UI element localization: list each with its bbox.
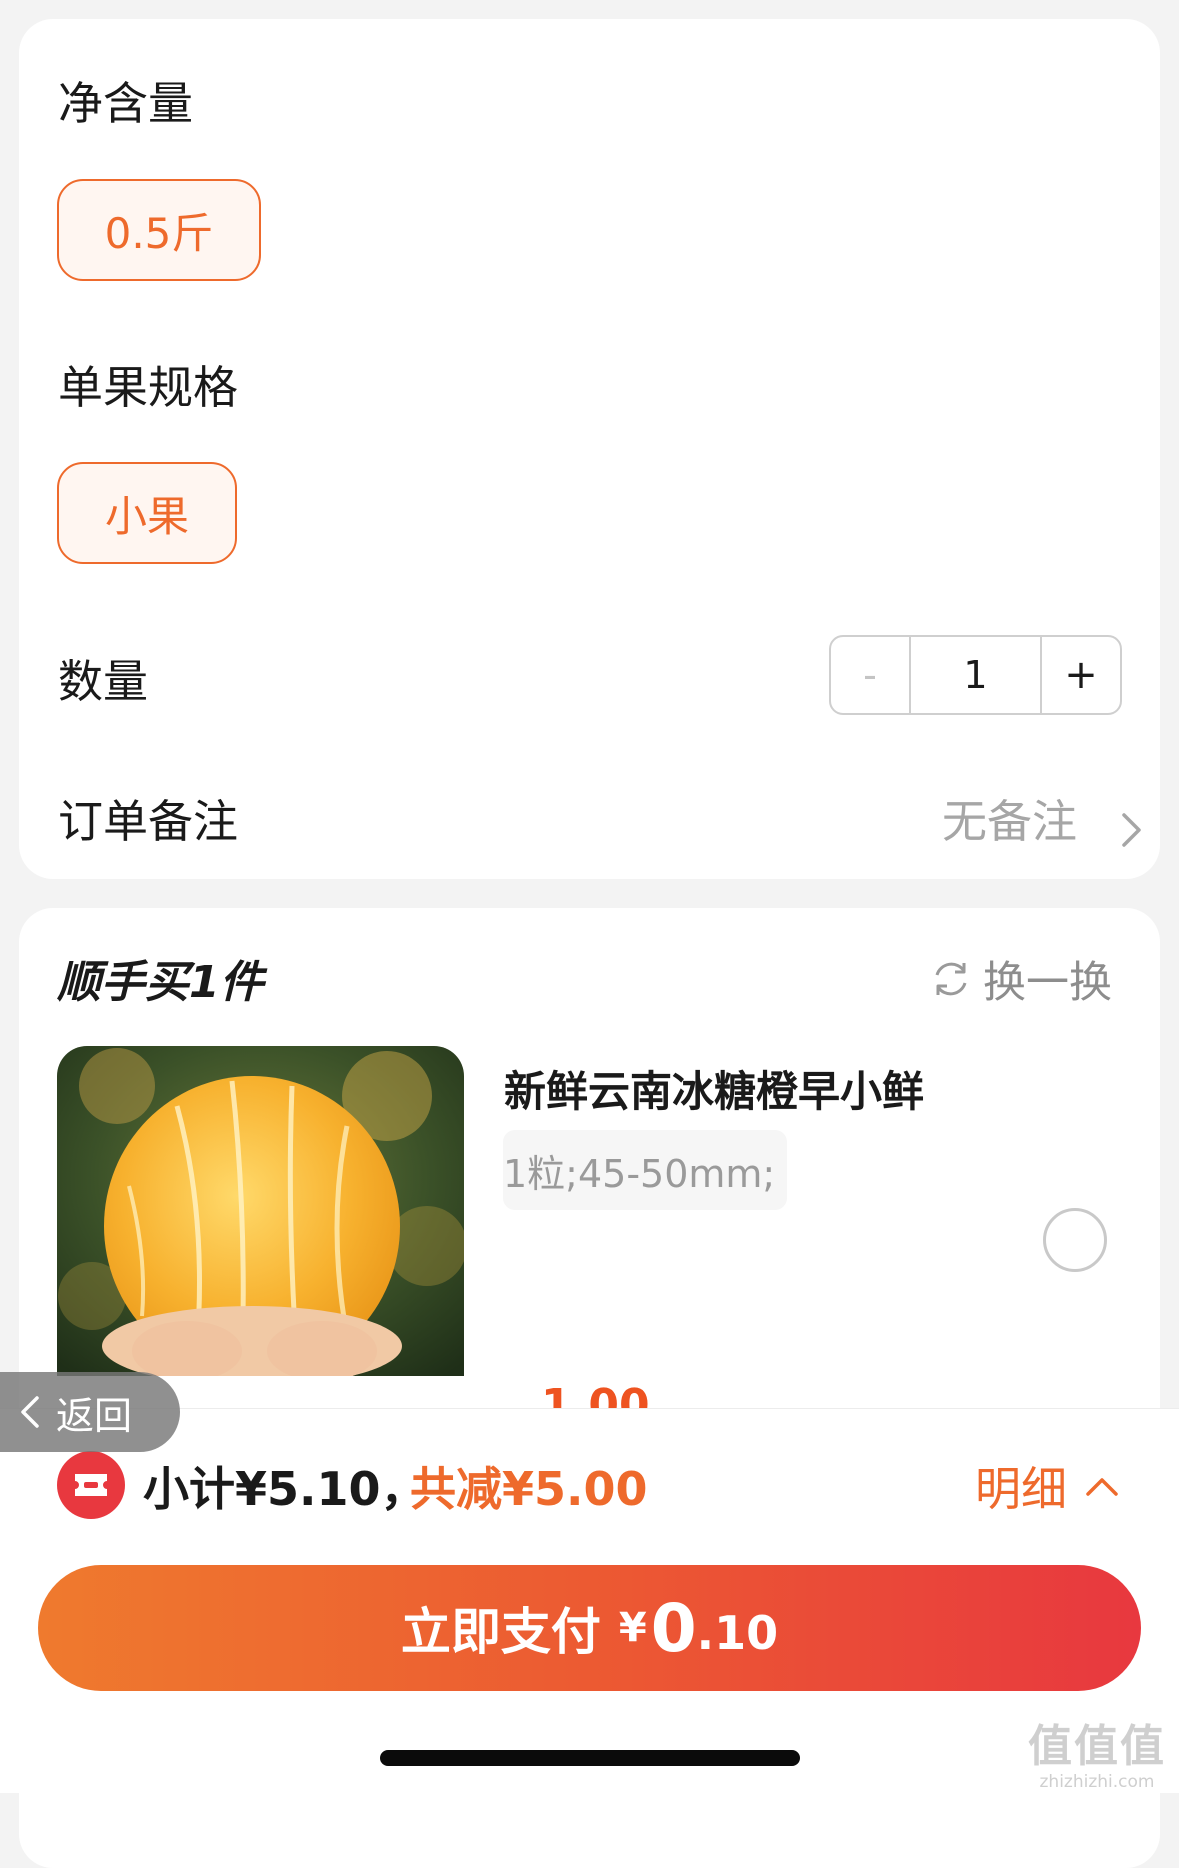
refresh-icon — [935, 962, 967, 996]
product-name[interactable]: 新鲜云南冰糖橙早小鲜 — [504, 1058, 924, 1119]
watermark-sub: zhizhizhi.com — [1039, 1772, 1155, 1792]
options-card: 净含量 0.5斤 单果规格 小果 数量 - 1 + 订单备注 无备注 — [19, 19, 1160, 879]
order-remark-value[interactable]: 无备注 — [942, 785, 1077, 850]
back-label: 返回 — [56, 1393, 133, 1438]
chevron-up-icon — [1086, 1478, 1118, 1496]
swap-button[interactable]: 换一换 — [929, 948, 1112, 1010]
quantity-value[interactable]: 1 — [911, 637, 1042, 713]
fruit-size-label: 单果规格 — [58, 361, 239, 414]
net-weight-label: 净含量 — [58, 77, 194, 130]
product-image[interactable] — [57, 1046, 464, 1376]
detail-label: 明细 — [975, 1462, 1067, 1516]
addon-title: 顺手买1件 — [57, 957, 264, 1008]
back-button[interactable]: 返回 — [0, 1372, 180, 1452]
swap-label: 换一换 — [983, 958, 1112, 1008]
home-indicator — [380, 1750, 800, 1766]
product-spec: 1粒;45-50mm; — [503, 1130, 788, 1210]
product-select-radio[interactable] — [1043, 1208, 1107, 1272]
net-weight-option-chip[interactable]: 0.5斤 — [57, 179, 261, 281]
watermark-logo: 值值值 zhizhizhi.com — [1028, 1710, 1166, 1792]
quantity-decrease-button[interactable]: - — [831, 637, 911, 713]
quantity-increase-button[interactable]: + — [1042, 637, 1120, 713]
fruit-size-option-chip[interactable]: 小果 — [57, 462, 237, 564]
checkout-bar: 小计¥5.10， 共减¥5.00 明细 立即支付 ¥ 0 .10 — [0, 1408, 1179, 1793]
coupon-ticket-icon — [57, 1451, 125, 1519]
chevron-right-icon[interactable] — [1121, 812, 1143, 848]
watermark-main: 值值值 — [1028, 1721, 1166, 1772]
quantity-stepper: - 1 + — [829, 635, 1122, 715]
detail-toggle[interactable]: 明细 — [975, 1453, 1119, 1519]
order-remark-label: 订单备注 — [58, 795, 239, 848]
pay-label: 立即支付 — [400, 1603, 601, 1661]
pay-now-button[interactable]: 立即支付 ¥ 0 .10 — [38, 1565, 1141, 1691]
chevron-left-icon — [21, 1396, 39, 1428]
subtotal-text: 小计¥5.10， — [143, 1462, 427, 1516]
pay-amount-decimal: .10 — [696, 1606, 779, 1660]
pay-amount-integer: 0 — [650, 1589, 697, 1667]
pay-currency: ¥ — [618, 1605, 647, 1651]
discount-text: 共减¥5.00 — [410, 1462, 648, 1516]
quantity-label: 数量 — [58, 655, 149, 708]
